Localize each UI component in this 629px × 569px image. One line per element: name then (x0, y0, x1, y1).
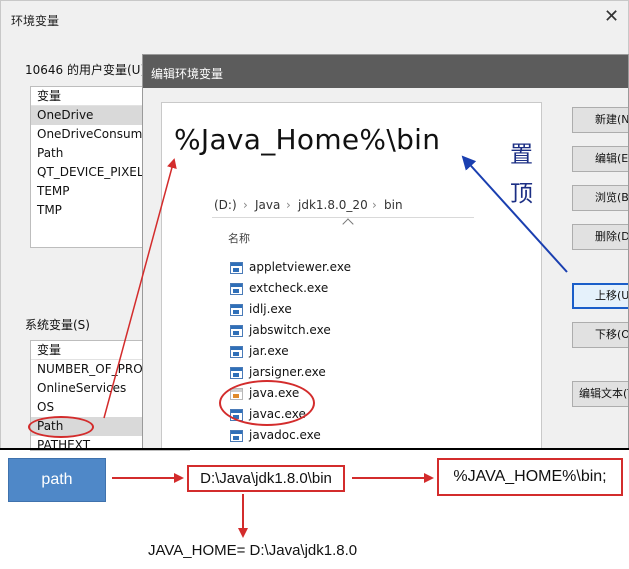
dialog-titlebar: 编辑环境变量 (143, 55, 628, 88)
breadcrumb-drive[interactable]: (D:) (214, 198, 237, 212)
exe-file-icon (230, 430, 243, 442)
exe-file-icon (230, 367, 243, 379)
name-column-header[interactable]: 名称 (228, 230, 250, 246)
breadcrumb-java[interactable]: Java (255, 198, 280, 212)
move-up-button[interactable]: 上移(U) (572, 283, 628, 309)
user-variables-label: 10646 的用户变量(U) (25, 63, 146, 77)
path-entry-java-home-bin[interactable]: %Java_Home%\bin (174, 123, 440, 156)
screenshot-root: 环境变量 ✕ 10646 的用户变量(U) 变量 OneDrive OneDri… (0, 0, 629, 569)
sort-arrow-icon (342, 218, 354, 230)
move-down-button[interactable]: 下移(O) (572, 322, 628, 348)
path-node: path (8, 458, 106, 502)
highlight-oval-java-files (219, 380, 315, 426)
breadcrumb[interactable]: (D:) › Java › jdk1.8.0_20 › bin (212, 190, 474, 218)
highlight-oval-path (28, 416, 94, 438)
delete-button[interactable]: 删除(D) (572, 224, 628, 250)
system-variables-label: 系统变量(S) (25, 318, 90, 332)
annotation-char-zhi: 置 (510, 142, 533, 168)
chevron-right-icon: › (243, 198, 248, 212)
dialog-title: 编辑环境变量 (151, 67, 224, 81)
edit-button[interactable]: 编辑(E) (572, 146, 628, 172)
java-home-definition: JAVA_HOME= D:\Java\jdk1.8.0 (148, 542, 358, 559)
exe-file-icon (230, 325, 243, 337)
jdk-bin-directory-node: D:\Java\jdk1.8.0\bin (187, 465, 345, 492)
breadcrumb-bin[interactable]: bin (384, 198, 403, 212)
browse-button[interactable]: 浏览(B)... (572, 185, 628, 211)
exe-file-icon (230, 283, 243, 295)
exe-file-icon (230, 304, 243, 316)
edit-text-button[interactable]: 编辑文本(T)... (572, 381, 628, 407)
close-icon[interactable]: ✕ (604, 8, 619, 26)
exe-file-icon (230, 262, 243, 274)
breadcrumb-jdk[interactable]: jdk1.8.0_20 (298, 198, 368, 212)
java-home-bin-node: %JAVA_HOME%\bin; (437, 458, 623, 496)
new-button[interactable]: 新建(N) (572, 107, 628, 133)
chevron-right-icon: › (286, 198, 291, 212)
window-title: 环境变量 (11, 14, 60, 28)
annotation-char-ding: 顶 (510, 181, 533, 207)
exe-file-icon (230, 346, 243, 358)
divider (0, 448, 629, 450)
chevron-right-icon: › (372, 198, 377, 212)
